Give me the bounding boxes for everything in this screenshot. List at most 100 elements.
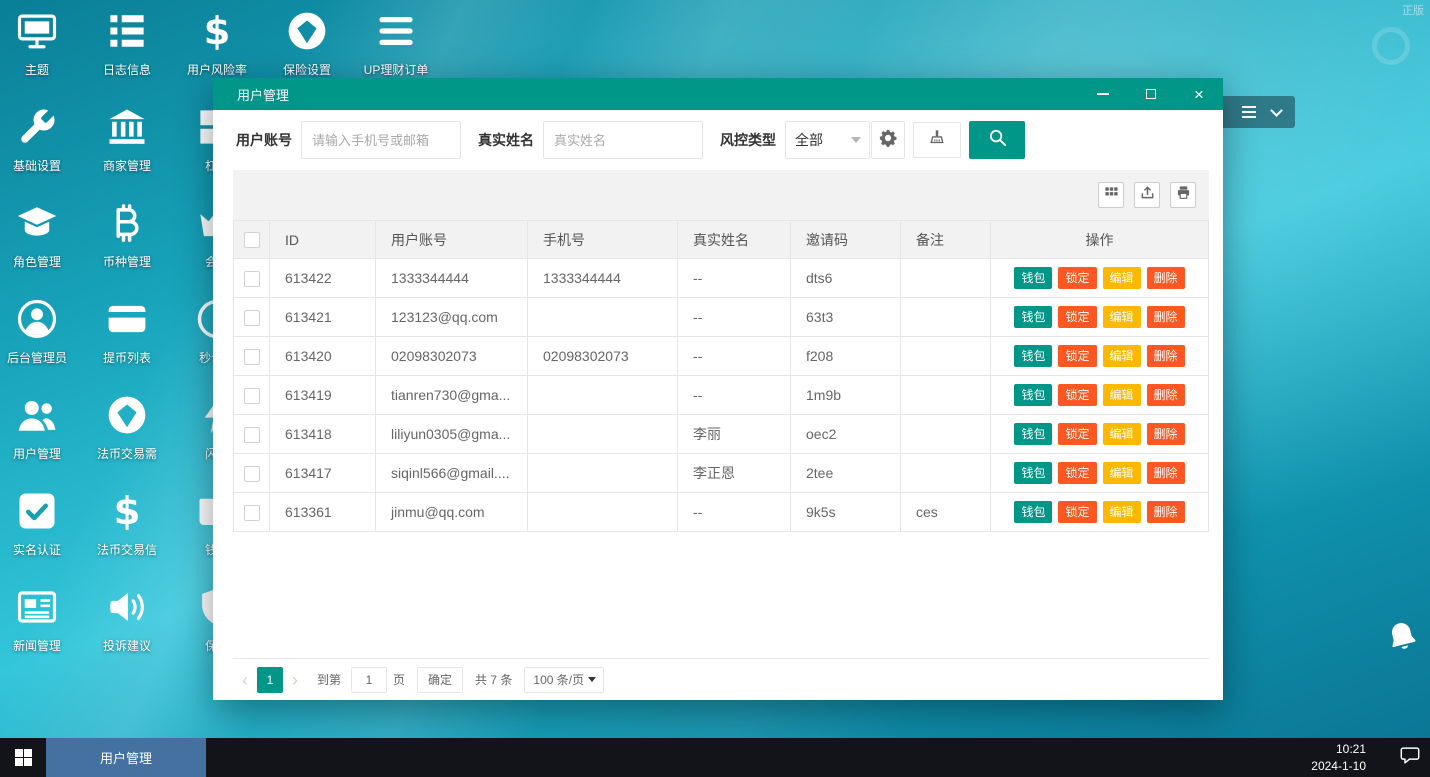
desktop-icon-diamond-badge[interactable]: 保险设置 [268, 8, 346, 78]
table-row: 613421123123@qq.com--63t3钱包锁定编辑删除 [234, 298, 1209, 337]
desktop-icon-label: 商家管理 [88, 157, 166, 174]
settings-button[interactable] [871, 121, 905, 159]
wallet-button[interactable]: 钱包 [1014, 345, 1052, 367]
delete-button[interactable]: 删除 [1147, 462, 1185, 484]
lock-button[interactable]: 锁定 [1058, 345, 1096, 367]
desktop-icon-label: 新闻管理 [0, 637, 76, 654]
export-button[interactable] [1134, 182, 1160, 208]
delete-button[interactable]: 删除 [1147, 345, 1185, 367]
filter-columns-button[interactable] [1098, 182, 1124, 208]
row-checkbox[interactable] [244, 271, 260, 287]
table-header-row: ID用户账号手机号真实姓名邀请码备注操作 [234, 221, 1209, 259]
wallet-button[interactable]: 钱包 [1014, 267, 1052, 289]
desktop-icon-bitcoin[interactable]: 币种管理 [88, 200, 166, 270]
wallet-button[interactable]: 钱包 [1014, 501, 1052, 523]
start-button[interactable] [0, 738, 46, 777]
edit-button[interactable]: 编辑 [1103, 384, 1141, 406]
lock-button[interactable]: 锁定 [1058, 423, 1096, 445]
select-all-checkbox[interactable] [244, 232, 260, 248]
desktop-icon-graduation-cap[interactable]: 角色管理 [0, 200, 76, 270]
column-header: 手机号 [528, 221, 678, 259]
edit-button[interactable]: 编辑 [1103, 267, 1141, 289]
diamond-badge-icon [284, 8, 330, 54]
desktop-icon-label: 后台管理员 [0, 349, 76, 366]
cell-invite: dts6 [791, 259, 901, 298]
edit-button[interactable]: 编辑 [1103, 345, 1141, 367]
desktop-icon-menu-lines[interactable]: UP理财订单 [357, 8, 435, 78]
window-titlebar[interactable]: 用户管理 × [213, 78, 1223, 110]
confirm-button[interactable]: 确定 [417, 667, 463, 693]
desktop-icon-check-badge[interactable]: 实名认证 [0, 488, 76, 558]
cell-phone [528, 493, 678, 532]
cell-id: 613422 [270, 259, 376, 298]
chevron-down-icon[interactable] [1270, 104, 1283, 117]
row-checkbox-cell [234, 337, 270, 376]
lock-button[interactable]: 锁定 [1058, 384, 1096, 406]
edit-button[interactable]: 编辑 [1103, 423, 1141, 445]
current-page-button[interactable]: 1 [257, 667, 283, 693]
desktop-icon-speaker[interactable]: 投诉建议 [88, 584, 166, 654]
row-checkbox[interactable] [244, 466, 260, 482]
goto-page-input[interactable] [351, 667, 387, 693]
cell-invite: 9k5s [791, 493, 901, 532]
row-checkbox[interactable] [244, 505, 260, 521]
delete-button[interactable]: 删除 [1147, 267, 1185, 289]
desktop-icon-label: 提币列表 [88, 349, 166, 366]
row-checkbox[interactable] [244, 310, 260, 326]
lock-button[interactable]: 锁定 [1058, 501, 1096, 523]
edit-button[interactable]: 编辑 [1103, 306, 1141, 328]
bank-icon [104, 104, 150, 150]
delete-button[interactable]: 删除 [1147, 501, 1185, 523]
next-page-button[interactable]: › [283, 671, 307, 689]
prev-page-button[interactable]: ‹ [233, 671, 257, 689]
dollar-icon: $ [104, 488, 150, 534]
lock-button[interactable]: 锁定 [1058, 462, 1096, 484]
risk-type-select[interactable]: 全部 [785, 121, 870, 159]
column-header: 用户账号 [376, 221, 528, 259]
desktop-icon-users[interactable]: 用户管理 [0, 392, 76, 462]
desktop-icon-bank[interactable]: 商家管理 [88, 104, 166, 174]
cell-id: 613361 [270, 493, 376, 532]
desktop-icon-diamond-badge[interactable]: 法币交易需 [88, 392, 166, 462]
wallet-button[interactable]: 钱包 [1014, 462, 1052, 484]
wallet-button[interactable]: 钱包 [1014, 423, 1052, 445]
account-input[interactable] [301, 121, 461, 159]
desktop-icon-wrench[interactable]: 基础设置 [0, 104, 76, 174]
taskbar-clock[interactable]: 10:21 2024-1-10 [1311, 741, 1366, 773]
desktop-icon-monitor[interactable]: 主题 [0, 8, 76, 78]
close-icon: × [1194, 86, 1204, 103]
wallet-button[interactable]: 钱包 [1014, 384, 1052, 406]
desktop-icon-dollar[interactable]: $法币交易信 [88, 488, 166, 558]
row-checkbox[interactable] [244, 349, 260, 365]
desktop-icon-news[interactable]: 新闻管理 [0, 584, 76, 654]
desktop-icon-bank-card[interactable]: 提币列表 [88, 296, 166, 366]
maximize-button[interactable] [1127, 78, 1175, 110]
delete-button[interactable]: 删除 [1147, 306, 1185, 328]
menu-icon[interactable] [1242, 106, 1256, 118]
chat-button[interactable] [1390, 738, 1430, 777]
lock-button[interactable]: 锁定 [1058, 267, 1096, 289]
lock-button[interactable]: 锁定 [1058, 306, 1096, 328]
search-button[interactable] [969, 121, 1025, 159]
row-checkbox[interactable] [244, 388, 260, 404]
cell-actions: 钱包锁定编辑删除 [991, 259, 1209, 298]
desktop-icon-admin-user[interactable]: 后台管理员 [0, 296, 76, 366]
wallet-button[interactable]: 钱包 [1014, 306, 1052, 328]
minimize-button[interactable] [1079, 78, 1127, 110]
desktop-icon-dollar[interactable]: $用户风险率 [178, 8, 256, 78]
print-button[interactable] [1170, 182, 1196, 208]
row-checkbox[interactable] [244, 427, 260, 443]
edit-button[interactable]: 编辑 [1103, 501, 1141, 523]
close-button[interactable]: × [1175, 78, 1223, 110]
delete-button[interactable]: 删除 [1147, 384, 1185, 406]
clear-button[interactable] [913, 122, 961, 158]
edit-button[interactable]: 编辑 [1103, 462, 1141, 484]
desktop-icon-log-list[interactable]: 日志信息 [88, 8, 166, 78]
desktop-icon-label: 基础设置 [0, 157, 76, 174]
realname-input[interactable] [543, 121, 703, 159]
header-checkbox-cell [234, 221, 270, 259]
taskbar-active-app[interactable]: 用户管理 [46, 738, 206, 777]
per-page-select[interactable]: 100 条/页 [524, 667, 604, 693]
user-table: ID用户账号手机号真实姓名邀请码备注操作 6134221333344444133… [233, 220, 1209, 532]
delete-button[interactable]: 删除 [1147, 423, 1185, 445]
